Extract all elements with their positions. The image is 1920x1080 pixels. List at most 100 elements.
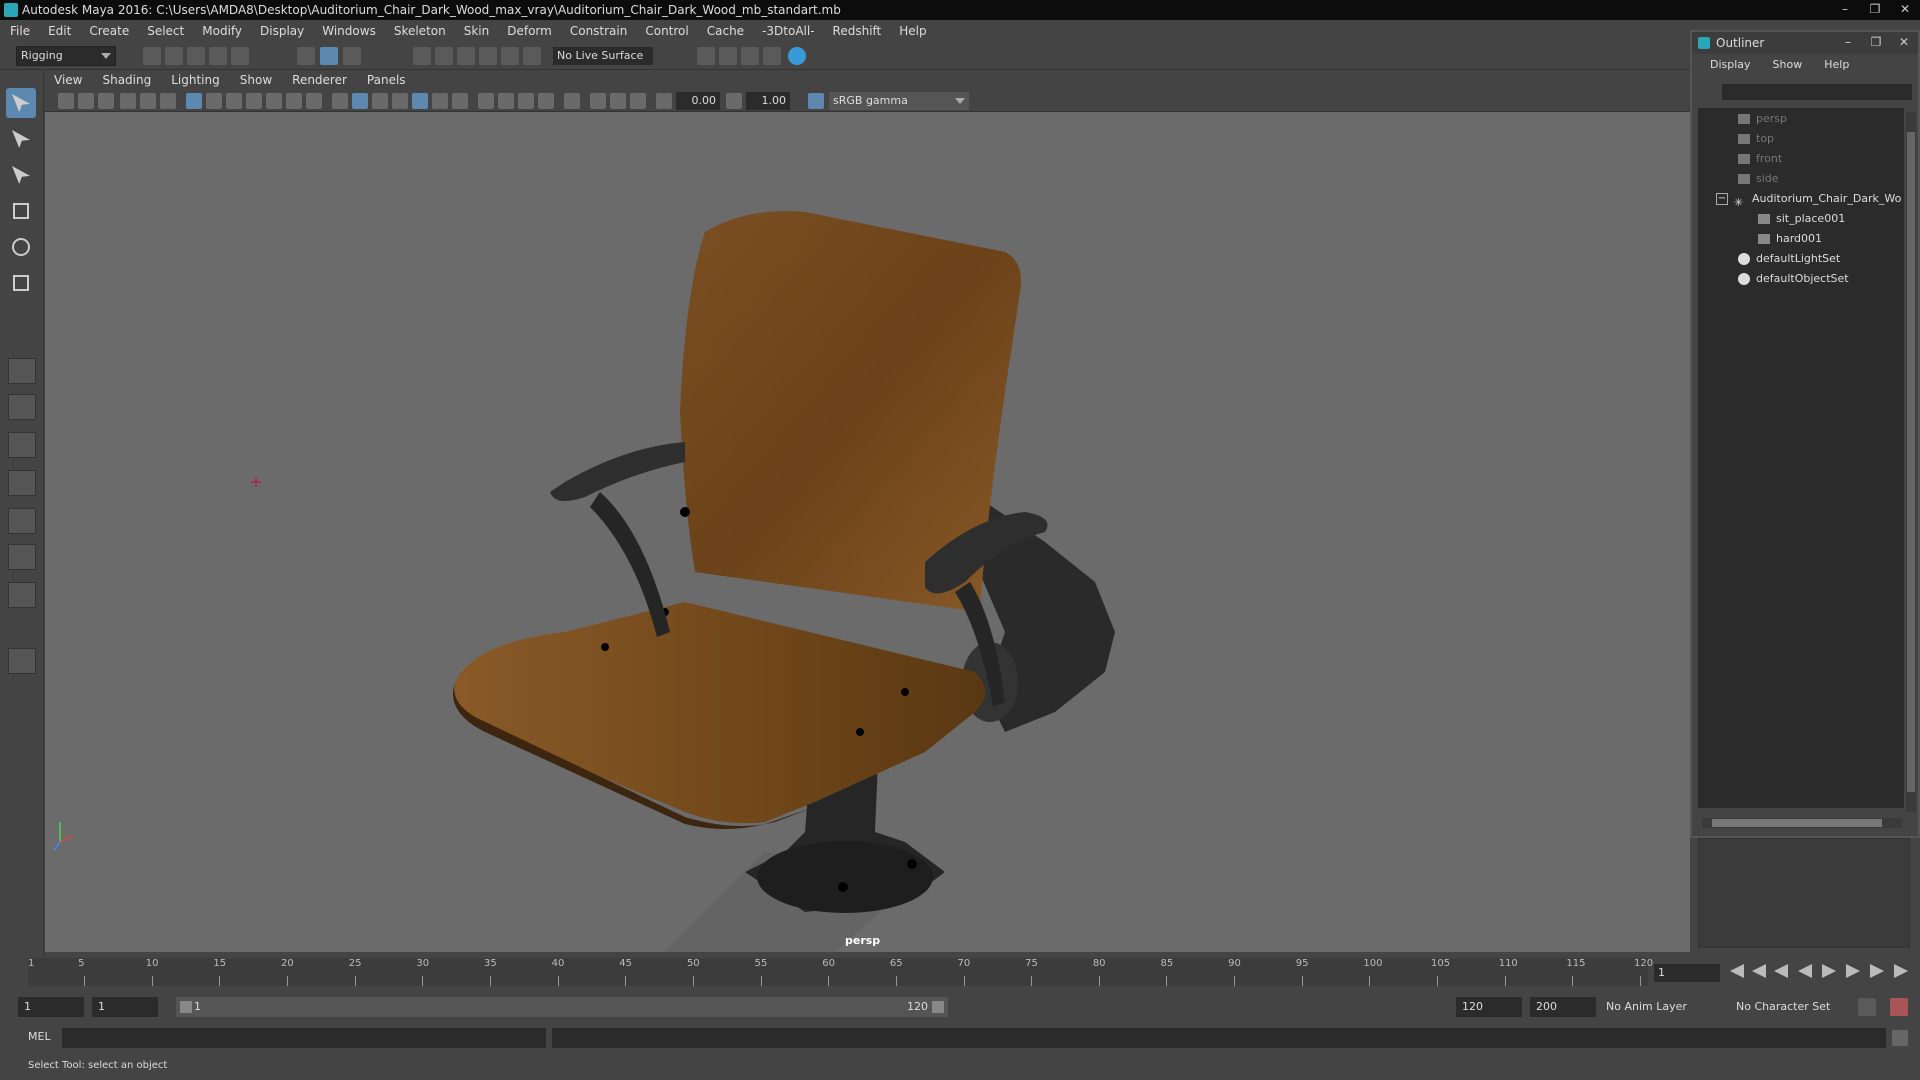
scale-tool-button[interactable]: [6, 268, 36, 298]
menu-deform[interactable]: Deform: [507, 24, 552, 38]
menu-constrain[interactable]: Constrain: [570, 24, 628, 38]
panel-menu-lighting[interactable]: Lighting: [171, 73, 220, 87]
outliner-menu-display[interactable]: Display: [1710, 58, 1751, 71]
snap-grid-icon[interactable]: [413, 47, 431, 65]
menu-select[interactable]: Select: [147, 24, 184, 38]
redo-icon[interactable]: [231, 47, 249, 65]
color-management-icon[interactable]: [808, 93, 824, 109]
outliner-persp-graph-layout-button[interactable]: [8, 544, 36, 570]
current-frame-field[interactable]: 1: [1654, 964, 1720, 982]
textured-icon[interactable]: [412, 93, 428, 109]
perspective-viewport[interactable]: persp: [45, 112, 1690, 952]
range-slider[interactable]: 1 120: [176, 997, 948, 1017]
outliner-item-top[interactable]: top: [1738, 130, 1774, 148]
menu-display[interactable]: Display: [260, 24, 304, 38]
view-transform-dropdown[interactable]: sRGB gamma: [829, 92, 969, 110]
playback-start-field[interactable]: 1: [92, 997, 158, 1017]
image-plane-icon[interactable]: [120, 93, 136, 109]
open-scene-icon[interactable]: [165, 47, 183, 65]
select-hierarchy-icon[interactable]: [297, 47, 315, 65]
select-tool-button[interactable]: [6, 88, 36, 118]
select-object-icon[interactable]: [320, 47, 338, 65]
minimize-button[interactable]: –: [1830, 0, 1860, 20]
menu-redshift[interactable]: Redshift: [833, 24, 882, 38]
field-chart-icon[interactable]: [266, 93, 282, 109]
menu-skeleton[interactable]: Skeleton: [394, 24, 446, 38]
outliner-item-sit-place001[interactable]: sit_place001: [1758, 210, 1845, 228]
time-slider-track[interactable]: 1 5 10 15 20 25 30 35 40 45 50 55 60 65 70 75 80 85 90 95 1…: [28, 958, 1653, 986]
panel-menu-renderer[interactable]: Renderer: [292, 73, 347, 87]
isolate-select-icon[interactable]: [564, 93, 580, 109]
wireframe-icon[interactable]: [332, 93, 348, 109]
outliner-item-hard001[interactable]: hard001: [1758, 230, 1822, 248]
camera-attributes-icon[interactable]: [78, 93, 94, 109]
step-back-frame-icon[interactable]: [1774, 964, 1788, 978]
undo-icon[interactable]: [209, 47, 227, 65]
depth-of-field-icon[interactable]: [538, 93, 554, 109]
safe-title-icon[interactable]: [306, 93, 322, 109]
use-all-lights-icon[interactable]: [432, 93, 448, 109]
menu-modify[interactable]: Modify: [202, 24, 242, 38]
wireframe-on-shaded-icon[interactable]: [372, 93, 388, 109]
gamma-icon[interactable]: [726, 93, 742, 109]
lasso-tool-button[interactable]: [6, 124, 36, 154]
snap-view-plane-icon[interactable]: [479, 47, 497, 65]
safe-action-icon[interactable]: [286, 93, 302, 109]
outliner-vertical-scrollbar[interactable]: [1906, 112, 1916, 812]
rotate-tool-button[interactable]: [6, 232, 36, 262]
menu-create[interactable]: Create: [89, 24, 129, 38]
range-start-handle[interactable]: [180, 1001, 192, 1013]
anti-aliasing-icon[interactable]: [518, 93, 534, 109]
outliner-menu-help[interactable]: Help: [1824, 58, 1849, 71]
bookmark-icon[interactable]: [98, 93, 114, 109]
new-scene-icon[interactable]: [143, 47, 161, 65]
menu-edit[interactable]: Edit: [48, 24, 71, 38]
gamma-field[interactable]: 1.00: [746, 92, 790, 110]
render-frame-icon[interactable]: [697, 47, 715, 65]
move-tool-button[interactable]: [6, 196, 36, 226]
scrollbar-thumb[interactable]: [1907, 132, 1915, 792]
render-view-icon[interactable]: [788, 47, 806, 65]
go-to-start-icon[interactable]: [1730, 964, 1744, 978]
outliner-item-persp[interactable]: persp: [1738, 110, 1787, 128]
maximize-button[interactable]: ❐: [1860, 0, 1890, 20]
anim-layer-dropdown[interactable]: No Anim Layer: [1606, 997, 1687, 1017]
panel-menu-panels[interactable]: Panels: [367, 73, 406, 87]
persp-outliner-layout-button[interactable]: [8, 508, 36, 534]
snap-live-icon[interactable]: [523, 47, 541, 65]
exposure-field[interactable]: 0.00: [676, 92, 720, 110]
menu-file[interactable]: File: [10, 24, 30, 38]
outliner-item-default-light-set[interactable]: defaultLightSet: [1738, 250, 1840, 268]
menu-cache[interactable]: Cache: [707, 24, 744, 38]
outliner-item-default-object-set[interactable]: defaultObjectSet: [1738, 270, 1849, 288]
shadows-icon[interactable]: [452, 93, 468, 109]
render-settings-icon[interactable]: [741, 47, 759, 65]
menu-3dtoall[interactable]: -3DtoAll-: [762, 24, 814, 38]
default-material-icon[interactable]: [392, 93, 408, 109]
paint-select-tool-button[interactable]: [6, 160, 36, 190]
outliner-close-button[interactable]: ✕: [1890, 32, 1918, 52]
snap-surface-icon[interactable]: [501, 47, 519, 65]
panel-menu-shading[interactable]: Shading: [102, 73, 151, 87]
exposure-icon[interactable]: [656, 93, 672, 109]
play-forwards-icon[interactable]: [1822, 964, 1836, 978]
command-input[interactable]: [62, 1028, 546, 1048]
menu-skin[interactable]: Skin: [464, 24, 490, 38]
time-slider[interactable]: 1 5 10 15 20 25 30 35 40 45 50 55 60 65 70 75 80 85 90 95 1…: [0, 956, 1920, 988]
grid-toggle-icon[interactable]: [186, 93, 202, 109]
side-by-side-layout-button[interactable]: [8, 432, 36, 458]
grease-pencil-icon[interactable]: [160, 93, 176, 109]
anim-start-field[interactable]: 1: [18, 997, 84, 1017]
menu-help[interactable]: Help: [899, 24, 926, 38]
animation-prefs-icon[interactable]: [1890, 998, 1908, 1016]
single-view-layout-button[interactable]: [8, 358, 36, 384]
xray-joints-icon[interactable]: [610, 93, 626, 109]
film-gate-icon[interactable]: [206, 93, 222, 109]
play-backwards-icon[interactable]: [1798, 964, 1812, 978]
go-to-end-icon[interactable]: [1894, 964, 1908, 978]
screen-space-ao-icon[interactable]: [478, 93, 494, 109]
ipr-render-icon[interactable]: [719, 47, 737, 65]
step-forward-key-icon[interactable]: [1870, 964, 1884, 978]
hypershade-icon[interactable]: [763, 47, 781, 65]
outliner-horizontal-scrollbar[interactable]: [1702, 818, 1902, 828]
